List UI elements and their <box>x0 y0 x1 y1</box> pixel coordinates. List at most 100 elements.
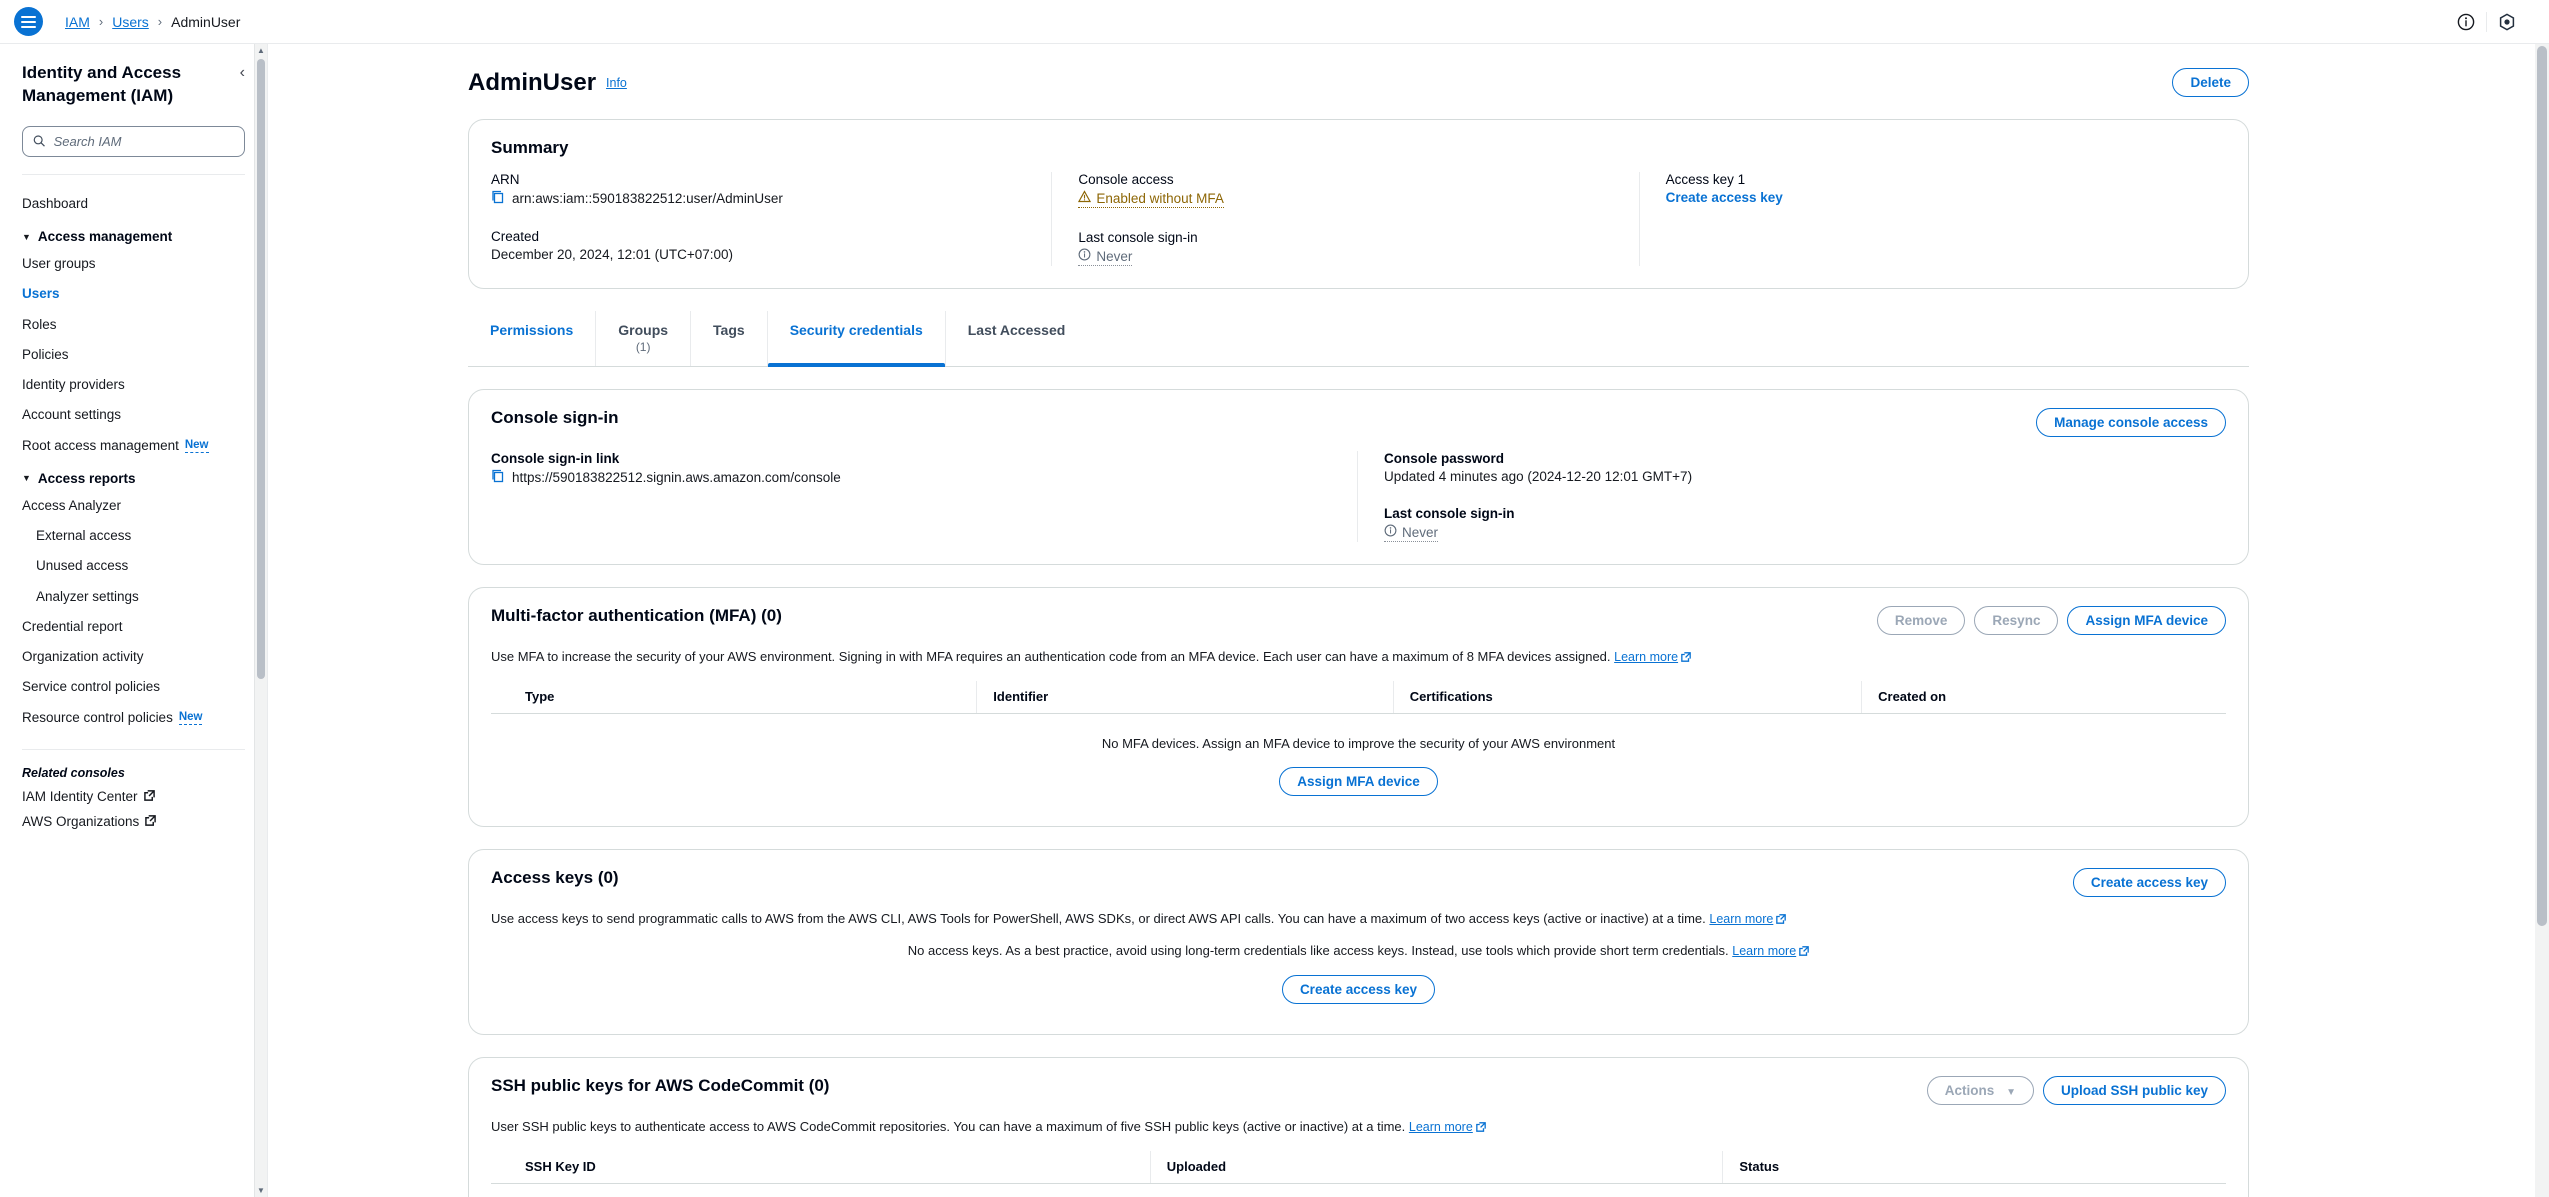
console-last-signin-field: Last console sign-in Never <box>1384 506 2226 543</box>
tab-label: Last Accessed <box>967 322 1066 338</box>
console-last-signin-status[interactable]: Never <box>1384 524 1439 543</box>
sidebar-item-roles[interactable]: Roles <box>0 310 267 340</box>
tab-tags[interactable]: Tags <box>691 311 768 367</box>
tab-label: Tags <box>713 322 745 338</box>
sidebar-group-access-management[interactable]: ▼ Access management <box>0 219 267 249</box>
console-access-value: Enabled without MFA <box>1096 190 1224 206</box>
page-scrollbar-thumb[interactable] <box>2537 46 2547 926</box>
create-access-key-link[interactable]: Create access key <box>1666 190 2202 205</box>
external-link-icon <box>143 789 155 804</box>
access-keys-header: Access keys (0) Create access key <box>491 868 2226 898</box>
mfa-remove-button[interactable]: Remove <box>1876 606 1966 636</box>
sidebar-item-credential-report[interactable]: Credential report <box>0 612 267 642</box>
sidebar-item-account-settings[interactable]: Account settings <box>0 400 267 430</box>
ssh-keys-learn-more[interactable]: Learn more <box>1409 1118 1486 1138</box>
sidebar-item-label: Account settings <box>22 407 122 423</box>
mfa-empty-text: No MFA devices. Assign an MFA device to … <box>1101 736 1616 752</box>
tab-permissions[interactable]: Permissions <box>468 311 597 367</box>
page-scrollbar[interactable] <box>2535 44 2549 1197</box>
sidebar-item-organization-activity[interactable]: Organization activity <box>0 642 267 672</box>
mfa-learn-more[interactable]: Learn more <box>1614 648 1691 668</box>
access-keys-empty-learn-more[interactable]: Learn more <box>1732 944 1810 959</box>
new-badge: New <box>184 438 209 453</box>
access-key-label: Access key 1 <box>1665 172 1746 187</box>
info-circle-icon[interactable] <box>2446 0 2486 44</box>
summary-field-arn: ARN arn:aws:iam::590183822512:user/Admin… <box>491 172 1027 207</box>
tab-groups[interactable]: Groups (1) <box>596 311 692 367</box>
hamburger-menu-icon[interactable] <box>14 7 43 36</box>
summary-field-created: Created December 20, 2024, 12:01 (UTC+07… <box>491 229 1027 262</box>
mfa-description-row: Use MFA to increase the security of your… <box>491 647 2226 667</box>
sidebar-link-label: IAM Identity Center <box>22 788 138 804</box>
tab-bar: Permissions Groups (1) Tags Security cre… <box>468 311 2249 368</box>
ssh-keys-actions-button[interactable]: Actions ▼ <box>1926 1075 2034 1105</box>
sidebar-scrollbar-thumb[interactable] <box>257 59 265 679</box>
sidebar-item-user-groups[interactable]: User groups <box>0 249 267 279</box>
copy-icon[interactable] <box>491 190 505 207</box>
breadcrumb-item-iam[interactable]: IAM <box>65 14 90 30</box>
sidebar-group-access-reports[interactable]: ▼ Access reports <box>0 461 267 491</box>
sidebar-item-users[interactable]: Users <box>0 279 267 309</box>
summary-field-access-key: Access key 1 Create access key <box>1666 172 2202 205</box>
tab-last-accessed[interactable]: Last Accessed <box>946 311 1088 366</box>
ssh-keys-description: User SSH public keys to authenticate acc… <box>491 1118 1406 1134</box>
tab-security-credentials[interactable]: Security credentials <box>767 311 946 368</box>
scroll-down-arrow-icon[interactable]: ▼ <box>257 1184 265 1197</box>
console-last-signin-label: Last console sign-in <box>1384 506 1515 522</box>
chevron-down-icon: ▼ <box>22 473 31 484</box>
external-link-icon <box>1681 648 1691 668</box>
page-info-link[interactable]: Info <box>606 76 627 90</box>
console-signin-link-value: https://590183822512.signin.aws.amazon.c… <box>512 470 841 486</box>
create-access-key-button[interactable]: Create access key <box>2072 868 2226 898</box>
chevron-down-icon: ▼ <box>22 231 31 242</box>
mfa-col-created-on: Created on <box>1861 681 2226 715</box>
warning-triangle-icon <box>1078 190 1092 206</box>
sidebar-item-external-access[interactable]: External access <box>0 521 267 551</box>
sidebar-item-root-access-management[interactable]: Root access management New <box>0 431 267 461</box>
created-value: December 20, 2024, 12:01 (UTC+07:00) <box>491 247 734 262</box>
sidebar-item-dashboard[interactable]: Dashboard <box>0 189 267 219</box>
mfa-table-header-row: Type Identifier Certifications Created o… <box>491 681 2226 715</box>
copy-icon[interactable] <box>491 469 505 486</box>
content-container: AdminUser Info Delete Summary ARN arn:aw… <box>268 68 2549 1197</box>
settings-icon[interactable] <box>2487 0 2527 44</box>
search-box[interactable] <box>22 125 245 157</box>
access-keys-description: Use access keys to send programmatic cal… <box>491 911 1706 927</box>
delete-user-button[interactable]: Delete <box>2172 68 2249 97</box>
sidebar-item-identity-providers[interactable]: Identity providers <box>0 370 267 400</box>
ssh-col-key-id: SSH Key ID <box>491 1151 1151 1185</box>
sidebar-menu: Dashboard ▼ Access management User group… <box>0 175 267 733</box>
breadcrumb-item-users[interactable]: Users <box>112 14 149 30</box>
sidebar-link-aws-organizations[interactable]: AWS Organizations <box>0 809 267 834</box>
sidebar-item-resource-control-policies[interactable]: Resource control policies New <box>0 703 267 733</box>
sidebar-item-access-analyzer[interactable]: Access Analyzer <box>0 491 267 521</box>
sidebar-item-service-control-policies[interactable]: Service control policies <box>0 672 267 702</box>
last-signin-label: Last console sign-in <box>1078 230 1198 245</box>
console-signin-heading: Console sign-in <box>491 408 619 428</box>
access-keys-empty-create-button[interactable]: Create access key <box>1281 974 1436 1004</box>
console-access-status[interactable]: Enabled without MFA <box>1078 190 1224 208</box>
summary-column-console: Console access Enabled without MFA Last … <box>1051 172 1638 266</box>
mfa-empty-assign-button[interactable]: Assign MFA device <box>1279 767 1438 797</box>
sidebar-scrollbar[interactable]: ▲ ▼ <box>254 44 267 1197</box>
external-link-icon <box>1475 1118 1486 1138</box>
sidebar-item-analyzer-settings[interactable]: Analyzer settings <box>0 582 267 612</box>
assign-mfa-device-button[interactable]: Assign MFA device <box>2067 606 2226 636</box>
last-signin-status[interactable]: Never <box>1078 248 1133 266</box>
sidebar-collapse-chevron-left-icon[interactable]: ‹ <box>240 62 245 82</box>
scroll-up-arrow-icon[interactable]: ▲ <box>257 44 265 57</box>
upload-ssh-public-key-button[interactable]: Upload SSH public key <box>2042 1075 2226 1105</box>
summary-card: Summary ARN arn:aws:iam::590183822512:us… <box>468 119 2249 289</box>
access-keys-learn-more[interactable]: Learn more <box>1709 910 1787 930</box>
tab-count: (1) <box>635 339 651 354</box>
search-input[interactable] <box>53 133 234 149</box>
mfa-resync-button[interactable]: Resync <box>1974 606 2059 636</box>
manage-console-access-button[interactable]: Manage console access <box>2036 408 2226 438</box>
mfa-col-certifications: Certifications <box>1392 681 1862 715</box>
sidebar-link-iam-identity-center[interactable]: IAM Identity Center <box>0 784 267 809</box>
sidebar-item-policies[interactable]: Policies <box>0 340 267 370</box>
sidebar-item-unused-access[interactable]: Unused access <box>0 551 267 581</box>
summary-field-last-signin: Last console sign-in Never <box>1078 230 1614 266</box>
ssh-keys-learn-more-label: Learn more <box>1408 1119 1473 1134</box>
ssh-keys-table-header-row: SSH Key ID Uploaded Status <box>491 1151 2226 1185</box>
